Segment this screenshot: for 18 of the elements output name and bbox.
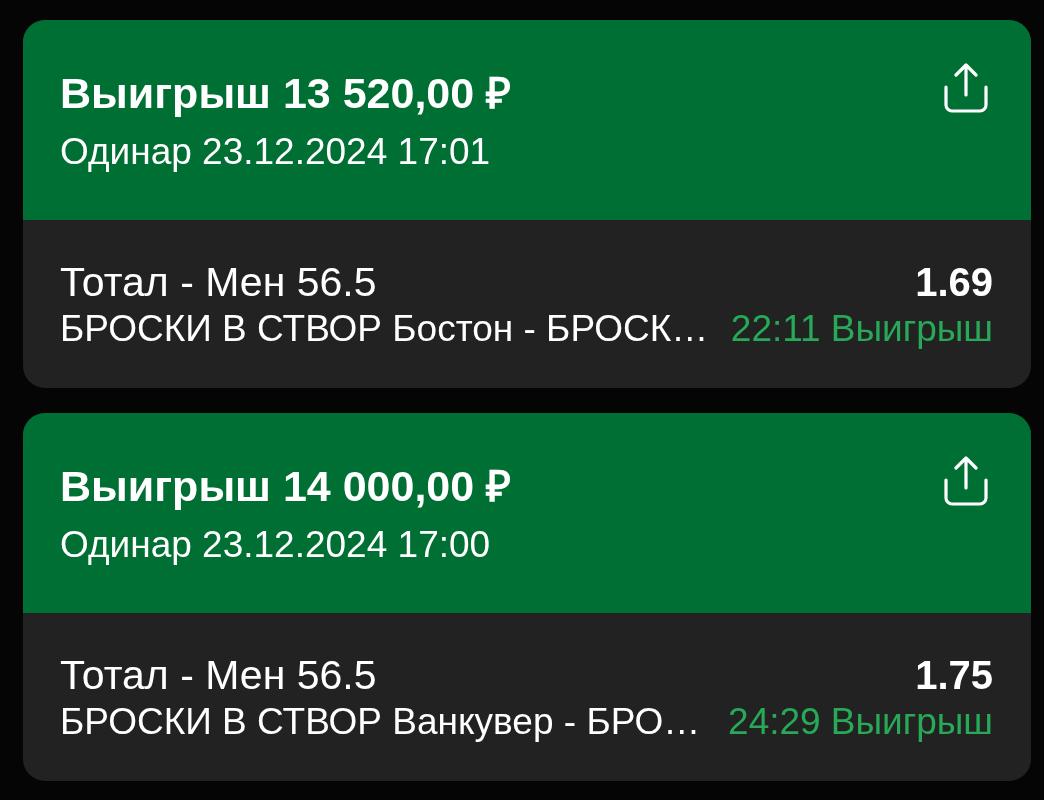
odds-value: 1.69 xyxy=(915,258,993,306)
market-name: Тотал - Мен 56.5 xyxy=(60,257,377,306)
result-status: Выигрыш xyxy=(830,306,993,351)
win-amount: Выигрыш 14 000,00 ₽ xyxy=(60,460,512,512)
match-time: 22:11 xyxy=(730,306,821,351)
event-name: БРОСКИ В СТВОР Ванкувер - БРО… xyxy=(60,699,701,744)
result-status: Выигрыш xyxy=(830,699,993,744)
bet-type-date: Одинар 23.12.2024 17:01 xyxy=(60,129,492,174)
win-amount: Выигрыш 13 520,00 ₽ xyxy=(60,67,512,119)
bet-type-date: Одинар 23.12.2024 17:00 xyxy=(60,522,492,567)
match-time: 24:29 xyxy=(728,699,821,744)
share-icon xyxy=(944,456,988,506)
odds-value: 1.75 xyxy=(915,651,993,699)
market-name: Тотал - Мен 56.5 xyxy=(60,650,377,699)
share-button[interactable] xyxy=(944,63,988,113)
share-icon xyxy=(944,63,988,113)
event-name: БРОСКИ В СТВОР Бостон - БРОСК… xyxy=(60,306,709,351)
share-button[interactable] xyxy=(944,456,988,506)
